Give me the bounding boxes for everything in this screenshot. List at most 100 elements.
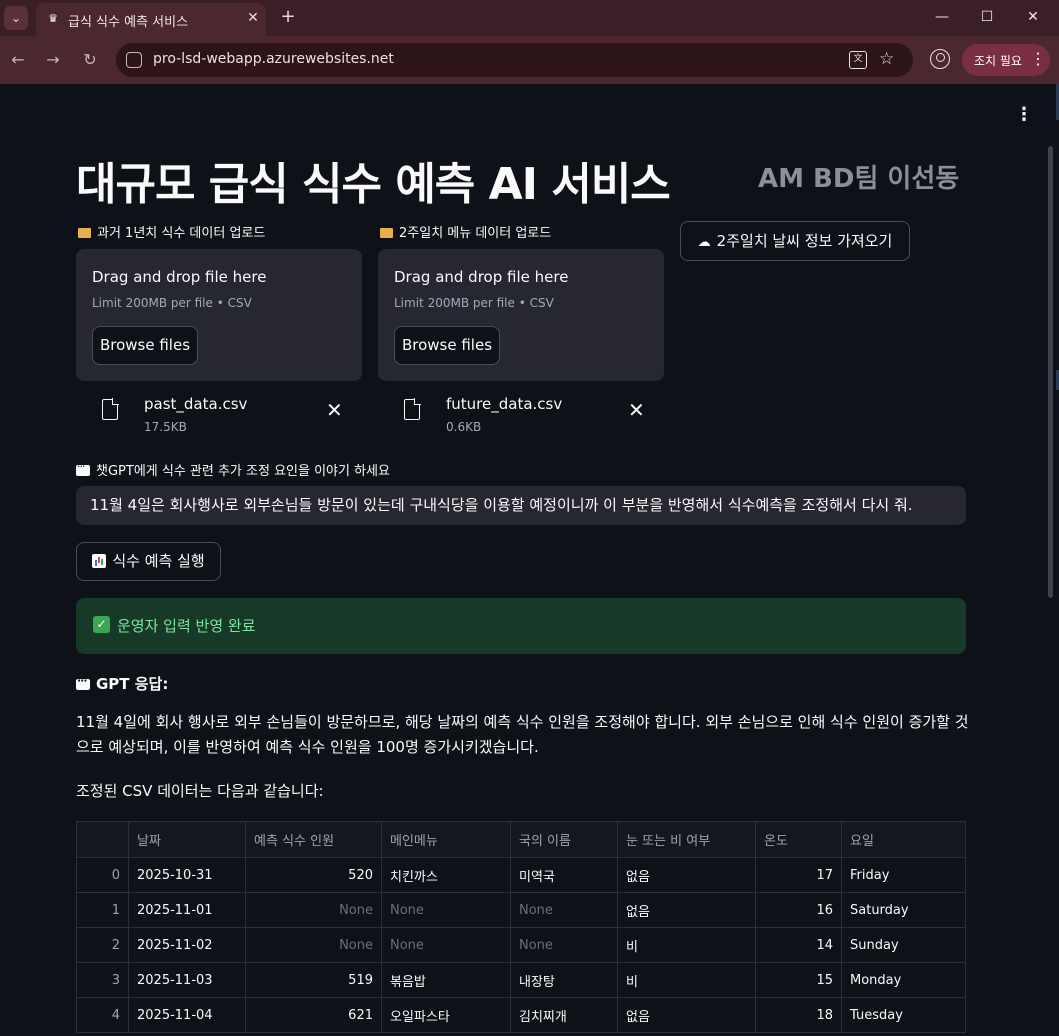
success-message: 운영자 입력 반영 완료 (117, 617, 256, 635)
prediction-table[interactable]: 날짜 예측 식수 인원 메인메뉴 국의 이름 눈 또는 비 여부 온도 요일 0… (76, 821, 966, 1033)
row-index[interactable]: 0 (76, 857, 129, 893)
dropzone-limit: Limit 200MB per file • CSV (394, 296, 554, 310)
active-tab[interactable]: ♛ 급식 식수 예측 서비스 ✕ (36, 3, 266, 36)
uploaded-file-future: future_data.csv 0.6KB ✕ (378, 389, 664, 439)
page-title: 대규모 급식 식수 예측 AI 서비스 (76, 159, 671, 210)
checkmark-icon: ✓ (93, 616, 110, 633)
table-cell[interactable]: 2025-11-02 (128, 927, 246, 963)
table-cell[interactable]: None (381, 892, 511, 928)
column-header[interactable]: 요일 (841, 821, 966, 858)
file-name: future_data.csv (446, 395, 563, 413)
site-settings-icon[interactable] (126, 52, 142, 68)
table-cell[interactable]: 내장탕 (510, 962, 618, 998)
bookmark-star-icon[interactable]: ☆ (879, 49, 894, 69)
table-cell[interactable]: 미역국 (510, 857, 618, 893)
table-cell[interactable]: 치킨까스 (381, 857, 511, 893)
table-cell[interactable]: Friday (841, 857, 966, 893)
table-cell[interactable]: Tuesday (841, 997, 966, 1033)
file-icon (102, 398, 119, 420)
table-cell[interactable]: 김치찌개 (510, 997, 618, 1033)
table-cell[interactable]: Monday (841, 962, 966, 998)
tab-close-icon[interactable]: ✕ (244, 9, 262, 27)
cloud-icon: ☁ (697, 235, 711, 250)
url-text[interactable]: pro-lsd-webapp.azurewebsites.net (153, 51, 394, 67)
browser-toolbar: ← → ↻ pro-lsd-webapp.azurewebsites.net 文… (0, 36, 1059, 84)
past-data-upload-label: 과거 1년치 식수 데이터 업로드 (78, 222, 265, 241)
column-header[interactable]: 국의 이름 (510, 821, 618, 858)
row-index[interactable]: 2 (76, 927, 129, 963)
table-cell[interactable]: 비 (617, 927, 756, 963)
address-bar[interactable]: pro-lsd-webapp.azurewebsites.net 文 ☆ (116, 43, 913, 77)
table-cell[interactable]: 2025-11-04 (128, 997, 246, 1033)
table-cell[interactable]: 비 (617, 962, 756, 998)
tab-title: 급식 식수 예측 서비스 (68, 15, 189, 30)
browser-menu-icon[interactable]: ⋮ (1030, 49, 1046, 68)
fetch-weather-button[interactable]: ☁ 2주일치 날씨 정보 가져오기 (680, 221, 910, 261)
table-cell[interactable]: 2025-10-31 (128, 857, 246, 893)
table-cell[interactable]: 520 (245, 857, 382, 893)
browse-files-button[interactable]: Browse files (394, 326, 500, 365)
table-cell[interactable]: None (510, 892, 618, 928)
dropzone-limit: Limit 200MB per file • CSV (92, 296, 252, 310)
table-cell[interactable]: 없음 (617, 857, 756, 893)
table-cell[interactable]: None (381, 927, 511, 963)
table-cell[interactable]: None (245, 927, 382, 963)
translate-icon[interactable]: 文 (849, 51, 867, 69)
tab-search-dropdown[interactable]: ⌄ (4, 6, 28, 30)
gpt-response-heading: GPT 응답: (76, 673, 168, 694)
new-tab-icon[interactable]: + (278, 6, 298, 28)
table-cell[interactable]: 볶음밥 (381, 962, 511, 998)
reload-icon[interactable]: ↻ (79, 49, 101, 71)
table-cell[interactable]: 2025-11-01 (128, 892, 246, 928)
row-index[interactable]: 4 (76, 997, 129, 1033)
crown-favicon-icon: ♛ (48, 12, 58, 25)
browse-files-button[interactable]: Browse files (92, 326, 198, 365)
folder-icon (380, 228, 393, 238)
table-cell[interactable]: 없음 (617, 997, 756, 1033)
table-cell[interactable]: None (510, 927, 618, 963)
gpt-prompt-input[interactable] (76, 486, 966, 525)
table-cell[interactable]: 2025-11-03 (128, 962, 246, 998)
row-index[interactable]: 1 (76, 892, 129, 928)
column-header[interactable]: 예측 식수 인원 (245, 821, 382, 858)
column-header[interactable]: 메인메뉴 (381, 821, 511, 858)
browser-tab-bar: ⌄ ♛ 급식 식수 예측 서비스 ✕ + — ☐ ✕ (0, 0, 1059, 36)
scrollbar-thumb[interactable] (1048, 146, 1053, 598)
menu-data-dropzone[interactable]: Drag and drop file here Limit 200MB per … (378, 249, 664, 381)
column-header[interactable]: 눈 또는 비 여부 (617, 821, 756, 858)
remove-file-icon[interactable]: ✕ (628, 400, 645, 420)
speech-bubble-icon (76, 460, 90, 476)
column-header[interactable]: 날짜 (128, 821, 246, 858)
table-row: 0 2025-10-31 520 치킨까스 미역국 없음 17 Friday (76, 857, 966, 893)
file-size: 0.6KB (446, 420, 482, 434)
table-cell[interactable]: 없음 (617, 892, 756, 928)
bar-chart-icon (92, 554, 107, 568)
profile-icon[interactable] (930, 49, 950, 69)
table-cell[interactable]: 14 (755, 927, 842, 963)
column-header[interactable]: 온도 (755, 821, 842, 858)
column-header[interactable] (76, 821, 129, 858)
success-alert: ✓ 운영자 입력 반영 완료 (76, 598, 966, 654)
table-cell[interactable]: Saturday (841, 892, 966, 928)
table-cell[interactable]: 17 (755, 857, 842, 893)
table-cell[interactable]: 519 (245, 962, 382, 998)
table-cell[interactable]: 18 (755, 997, 842, 1033)
table-cell[interactable]: 621 (245, 997, 382, 1033)
window-close-icon[interactable]: ✕ (1021, 6, 1045, 28)
back-arrow-icon[interactable]: ← (7, 49, 29, 71)
action-required-button[interactable]: 조치 필요 ⋮ (962, 44, 1050, 76)
row-index[interactable]: 3 (76, 962, 129, 998)
table-cell[interactable]: Sunday (841, 927, 966, 963)
gpt-csv-intro: 조정된 CSV 데이터는 다음과 같습니다: (76, 782, 324, 800)
maximize-icon[interactable]: ☐ (975, 6, 999, 28)
table-cell[interactable]: None (245, 892, 382, 928)
table-cell[interactable]: 16 (755, 892, 842, 928)
remove-file-icon[interactable]: ✕ (326, 400, 343, 420)
app-menu-icon[interactable]: ⋮ (1014, 104, 1034, 126)
table-cell[interactable]: 오일파스타 (381, 997, 511, 1033)
table-cell[interactable]: 15 (755, 962, 842, 998)
past-data-dropzone[interactable]: Drag and drop file here Limit 200MB per … (76, 249, 362, 381)
forward-arrow-icon[interactable]: → (42, 49, 64, 71)
minimize-icon[interactable]: — (930, 6, 954, 28)
run-prediction-button[interactable]: 식수 예측 실행 (76, 542, 221, 581)
